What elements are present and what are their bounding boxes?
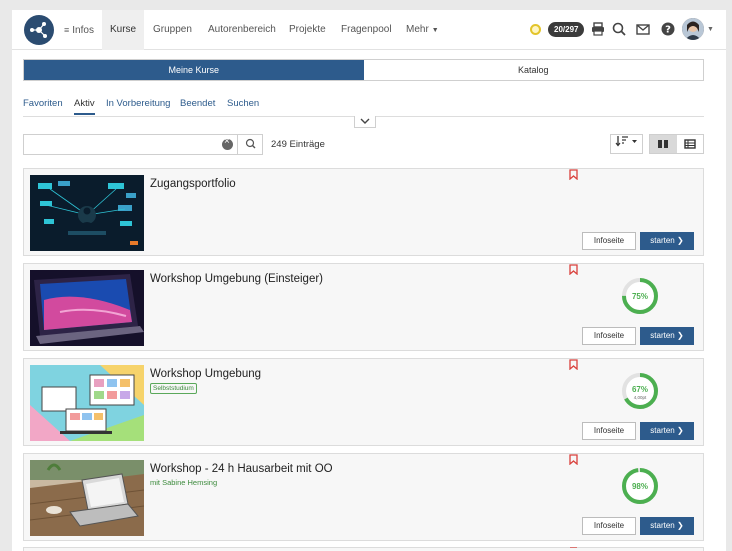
chevron-right-icon: ❯ (677, 521, 684, 530)
nav-item-fragenpool[interactable]: Fragenpool (341, 10, 392, 50)
info-page-button[interactable]: Infoseite (582, 327, 636, 345)
tab-beendet[interactable]: Beendet (180, 98, 215, 109)
course-title[interactable]: Workshop Umgebung (150, 368, 261, 380)
app-window: ≡ Infos Kurse Gruppen Autorenbereich Proj… (12, 10, 726, 551)
progress-ring: 75% (620, 276, 660, 316)
course-instructor: mit Sabine Hemsing (150, 478, 218, 487)
course-thumbnail[interactable] (30, 270, 144, 346)
course-card-partial (23, 547, 704, 551)
course-image-icon (30, 365, 144, 441)
progress-ring-graphic: 75% (622, 278, 658, 314)
user-avatar-icon (682, 18, 704, 40)
mail-icon[interactable] (635, 21, 651, 37)
top-navigation: ≡ Infos Kurse Gruppen Autorenbereich Proj… (12, 10, 726, 50)
logo-icon (30, 22, 47, 38)
table-view-button[interactable] (677, 135, 704, 153)
info-page-button[interactable]: Infoseite (582, 422, 636, 440)
card-view-button[interactable] (650, 135, 677, 153)
info-page-button[interactable]: Infoseite (582, 232, 636, 250)
bookmark-icon[interactable] (569, 359, 578, 370)
chevron-right-icon: ❯ (677, 236, 684, 245)
bookmark-icon[interactable] (569, 547, 578, 551)
course-title[interactable]: Workshop - 24 h Hausarbeit mit OO (150, 463, 333, 475)
search-field (23, 134, 263, 155)
points-label: 4,00pt (634, 395, 647, 400)
tab-in-vorbereitung[interactable]: In Vorbereitung (106, 98, 170, 109)
score-badge[interactable]: 20/297 (548, 22, 585, 37)
progress-label: 75% (632, 292, 648, 301)
logo[interactable] (24, 15, 54, 45)
search-icon[interactable] (611, 21, 627, 37)
course-thumbnail[interactable] (30, 365, 144, 441)
tab-favoriten[interactable]: Favoriten (23, 98, 63, 109)
sort-button[interactable] (610, 134, 643, 154)
progress-ring-graphic: 98% (622, 468, 658, 504)
course-card: Workshop - 24 h Hausarbeit mit OO mit Sa… (23, 453, 704, 541)
search-icon (245, 138, 256, 149)
svg-text:?: ? (665, 25, 671, 36)
progress-label: 98% (632, 482, 648, 491)
course-title[interactable]: Zugangsportfolio (150, 178, 236, 190)
avatar[interactable] (682, 18, 704, 40)
status-badge: Selbststudium (150, 383, 197, 394)
caret-down-icon: ▼ (431, 27, 439, 34)
entry-count: 249 Einträge (271, 139, 325, 150)
start-button[interactable]: starten ❯ (640, 517, 694, 535)
nav-item-projekte[interactable]: Projekte (289, 10, 326, 50)
nav-item-gruppen[interactable]: Gruppen (153, 10, 192, 50)
progress-label: 67% (632, 385, 648, 394)
chevron-right-icon: ❯ (677, 426, 684, 435)
nav-item-infos[interactable]: ≡ Infos (64, 10, 94, 50)
course-card: Workshop Umgebung (Einsteiger) 75% Infos… (23, 263, 704, 351)
course-image-icon (30, 270, 144, 346)
tab-katalog[interactable]: Katalog (363, 60, 703, 80)
course-image-icon (30, 460, 144, 536)
help-icon[interactable]: ? (660, 21, 676, 37)
coin-icon[interactable] (530, 24, 541, 35)
progress-ring-graphic: 67% 4,00pt (622, 373, 658, 409)
search-button[interactable] (237, 134, 263, 155)
bookmark-icon[interactable] (569, 264, 578, 275)
menu-icon: ≡ (64, 25, 70, 35)
course-view-toggle: Meine Kurse Katalog (23, 59, 704, 81)
clear-search-icon[interactable] (222, 136, 233, 150)
nav-item-autorenbereich[interactable]: Autorenbereich (208, 10, 276, 50)
course-card: Workshop Umgebung Selbststudium 67% 4,00… (23, 358, 704, 446)
bookmark-icon[interactable] (569, 454, 578, 465)
info-page-button[interactable]: Infoseite (582, 517, 636, 535)
caret-down-icon[interactable]: ▼ (707, 26, 714, 33)
columns-icon (658, 140, 669, 148)
start-button[interactable]: starten ❯ (640, 422, 694, 440)
table-icon (684, 139, 696, 149)
nav-item-kurse[interactable]: Kurse (102, 10, 145, 50)
tab-suchen[interactable]: Suchen (227, 98, 259, 109)
course-thumbnail[interactable] (30, 460, 144, 536)
nav-item-mehr[interactable]: Mehr ▼ (406, 10, 439, 50)
progress-ring: 98% (620, 466, 660, 506)
tab-aktiv[interactable]: Aktiv (74, 98, 95, 115)
course-title[interactable]: Workshop Umgebung (Einsteiger) (150, 273, 323, 285)
sort-icon (615, 136, 637, 147)
collapse-toggle[interactable] (354, 116, 376, 128)
course-thumbnail[interactable] (30, 175, 144, 251)
chevron-down-icon (360, 118, 370, 124)
course-card: Zugangsportfolio Infoseite starten ❯ (23, 168, 704, 256)
course-image-icon (30, 175, 144, 251)
view-mode-group (649, 134, 704, 154)
start-button[interactable]: starten ❯ (640, 327, 694, 345)
bookmark-icon[interactable] (569, 169, 578, 180)
search-input[interactable] (24, 135, 214, 154)
start-button[interactable]: starten ❯ (640, 232, 694, 250)
progress-ring: 67% 4,00pt (620, 371, 660, 411)
chevron-right-icon: ❯ (677, 331, 684, 340)
print-icon[interactable] (590, 21, 606, 37)
tab-meine-kurse[interactable]: Meine Kurse (24, 60, 364, 80)
